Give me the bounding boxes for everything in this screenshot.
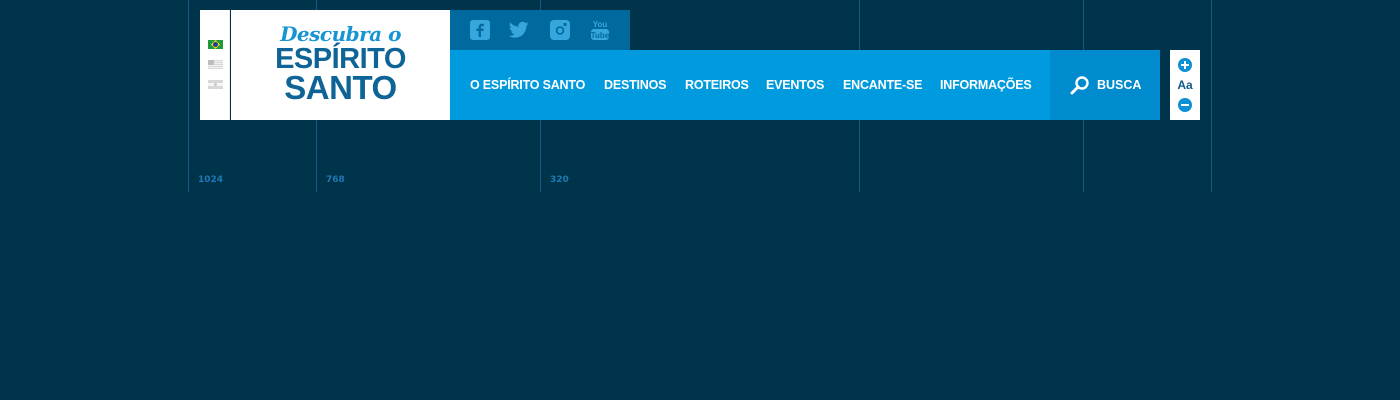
increase-font-icon[interactable] [1178,58,1192,72]
nav-item-o-espirito-santo[interactable]: O ESPÍRITO SANTO [470,50,585,120]
breakpoint-label-320: 320 [550,175,569,185]
breakpoint-label-1024: 1024 [198,175,224,185]
breakpoint-label-768: 768 [326,175,345,185]
nav-item-eventos[interactable]: EVENTOS [766,50,824,120]
nav-item-destinos[interactable]: DESTINOS [604,50,667,120]
nav-item-encante-se[interactable]: ENCANTE-SE [843,50,922,120]
logo-line-2: SANTO [284,69,397,106]
svg-text:Tube: Tube [591,31,609,40]
font-size-label: Aa [1177,78,1193,92]
instagram-icon[interactable] [550,20,570,40]
twitter-icon[interactable] [509,20,529,40]
svg-text:You: You [593,20,608,29]
argentina-flag-icon[interactable] [208,80,223,89]
nav-item-roteiros[interactable]: ROTEIROS [685,50,749,120]
search-icon [1070,76,1089,95]
guide-line-1024 [188,0,189,192]
usa-flag-icon[interactable] [208,60,223,69]
guide-line [1211,0,1212,192]
font-size-controls: Aa [1170,50,1200,120]
search-button[interactable]: BUSCA [1050,50,1160,120]
nav-item-informacoes[interactable]: INFORMAÇÕES [940,50,1032,120]
youtube-icon[interactable]: You Tube [590,20,610,40]
search-label: BUSCA [1097,78,1142,92]
site-logo[interactable]: Descubra o ESPÍRITO SANTO [231,10,450,120]
decrease-font-icon[interactable] [1178,98,1192,112]
language-selector [200,10,230,120]
brazil-flag-icon[interactable] [208,40,223,49]
facebook-icon[interactable] [470,20,490,40]
social-bar: You Tube [450,10,630,50]
